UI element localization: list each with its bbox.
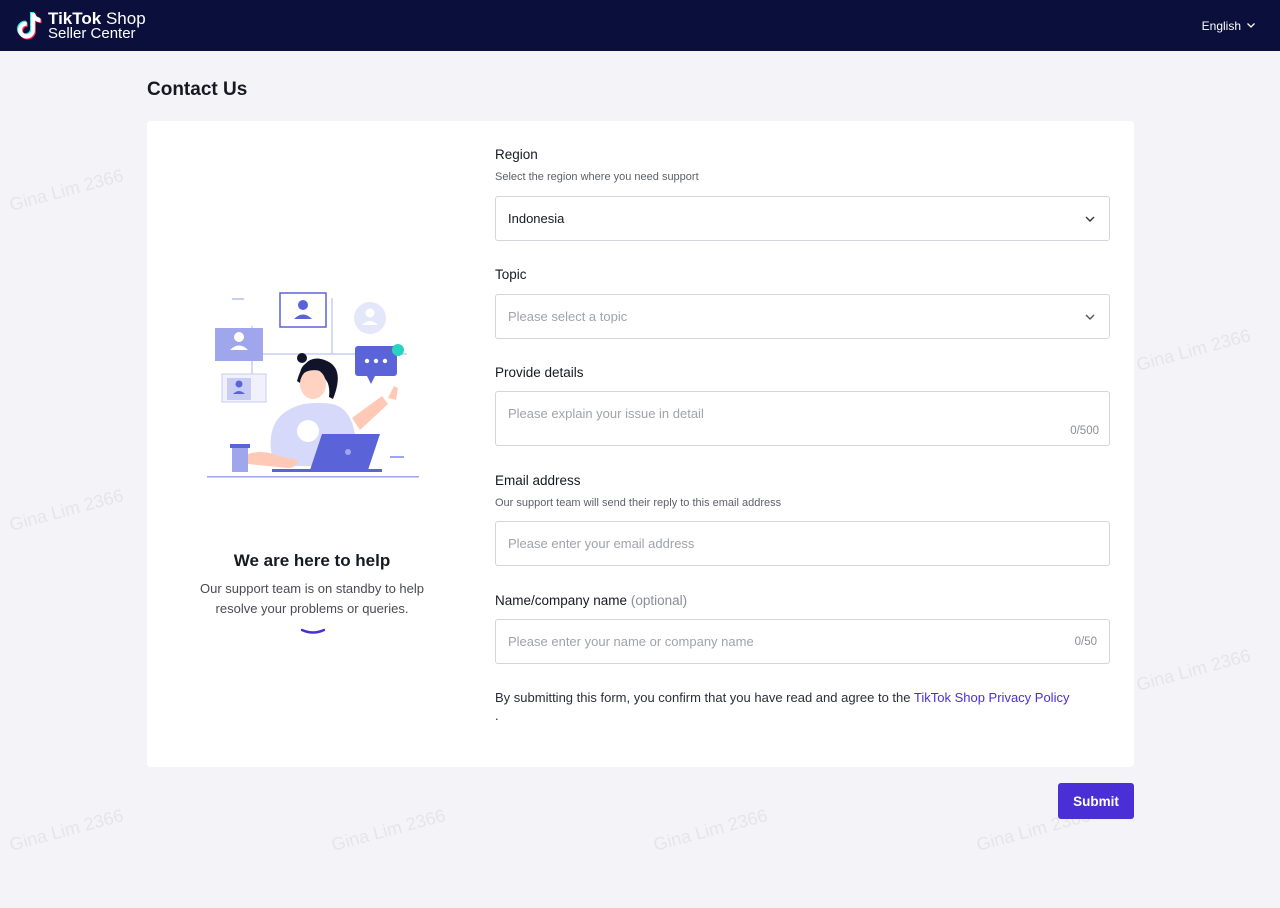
- optional-tag: (optional): [630, 593, 688, 608]
- brand-name: TikTok Shop Seller Center: [48, 10, 146, 42]
- topic-label: Topic: [495, 267, 527, 282]
- details-placeholder: Please explain your issue in detail: [508, 406, 704, 421]
- name-label-text: Name/company name: [495, 593, 628, 608]
- email-placeholder: Please enter your email address: [508, 536, 695, 551]
- region-value: Indonesia: [508, 211, 565, 226]
- consent-text: By submitting this form, you confirm tha…: [495, 689, 1115, 725]
- topic-placeholder: Please select a topic: [508, 309, 628, 324]
- region-hint: Select the region where you need support: [495, 171, 699, 183]
- brand-logo-link[interactable]: TikTok Shop Seller Center: [16, 10, 146, 42]
- name-label: Name/company name (optional): [495, 593, 687, 608]
- help-title: We are here to help: [233, 551, 391, 570]
- watermark: Gina Lim 2366: [1134, 325, 1253, 375]
- chevron-down-icon: [1246, 19, 1256, 33]
- name-placeholder: Please enter your name or company name: [508, 634, 754, 649]
- help-subtitle: Our support team is on standby to help r…: [199, 581, 424, 616]
- brand-seller-center: Seller Center: [48, 24, 136, 42]
- chevron-down-icon: [1083, 310, 1097, 324]
- watermark: Gina Lim 2366: [7, 805, 126, 855]
- email-field[interactable]: Please enter your email address: [495, 521, 1110, 566]
- watermark: Gina Lim 2366: [1134, 645, 1253, 695]
- language-selector[interactable]: English: [1202, 19, 1256, 33]
- submit-button[interactable]: Submit: [1058, 783, 1134, 819]
- tiktok-logo-icon: [16, 10, 44, 42]
- watermark: Gina Lim 2366: [329, 805, 448, 855]
- name-field[interactable]: Please enter your name or company name 0…: [495, 619, 1110, 664]
- details-textarea[interactable]: Please explain your issue in detail 0/50…: [495, 391, 1110, 446]
- topic-select[interactable]: Please select a topic: [495, 294, 1110, 339]
- watermark: Gina Lim 2366: [651, 805, 770, 855]
- language-label: English: [1201, 18, 1241, 33]
- top-navbar: TikTok Shop Seller Center English: [0, 0, 1280, 51]
- email-hint: Our support team will send their reply t…: [495, 497, 782, 509]
- region-select[interactable]: Indonesia: [495, 196, 1110, 241]
- consent-prefix: By submitting this form, you confirm tha…: [495, 690, 914, 705]
- email-label: Email address: [495, 473, 581, 488]
- watermark: Gina Lim 2366: [7, 485, 126, 535]
- contact-card: We are here to help Our support team is …: [147, 121, 1134, 767]
- page-title: Contact Us: [147, 79, 248, 100]
- privacy-policy-link[interactable]: TikTok Shop Privacy Policy: [914, 690, 1070, 705]
- details-label: Provide details: [495, 365, 584, 380]
- consent-period: .: [495, 708, 499, 723]
- chevron-down-icon: [1083, 212, 1097, 226]
- support-illustration: [202, 286, 427, 486]
- decorative-underline: [300, 621, 326, 634]
- watermark: Gina Lim 2366: [7, 165, 126, 215]
- name-char-counter: 0/50: [1074, 635, 1097, 648]
- region-label: Region: [495, 147, 538, 162]
- help-panel: We are here to help Our support team is …: [147, 121, 477, 767]
- details-char-counter: 0/500: [1070, 425, 1099, 437]
